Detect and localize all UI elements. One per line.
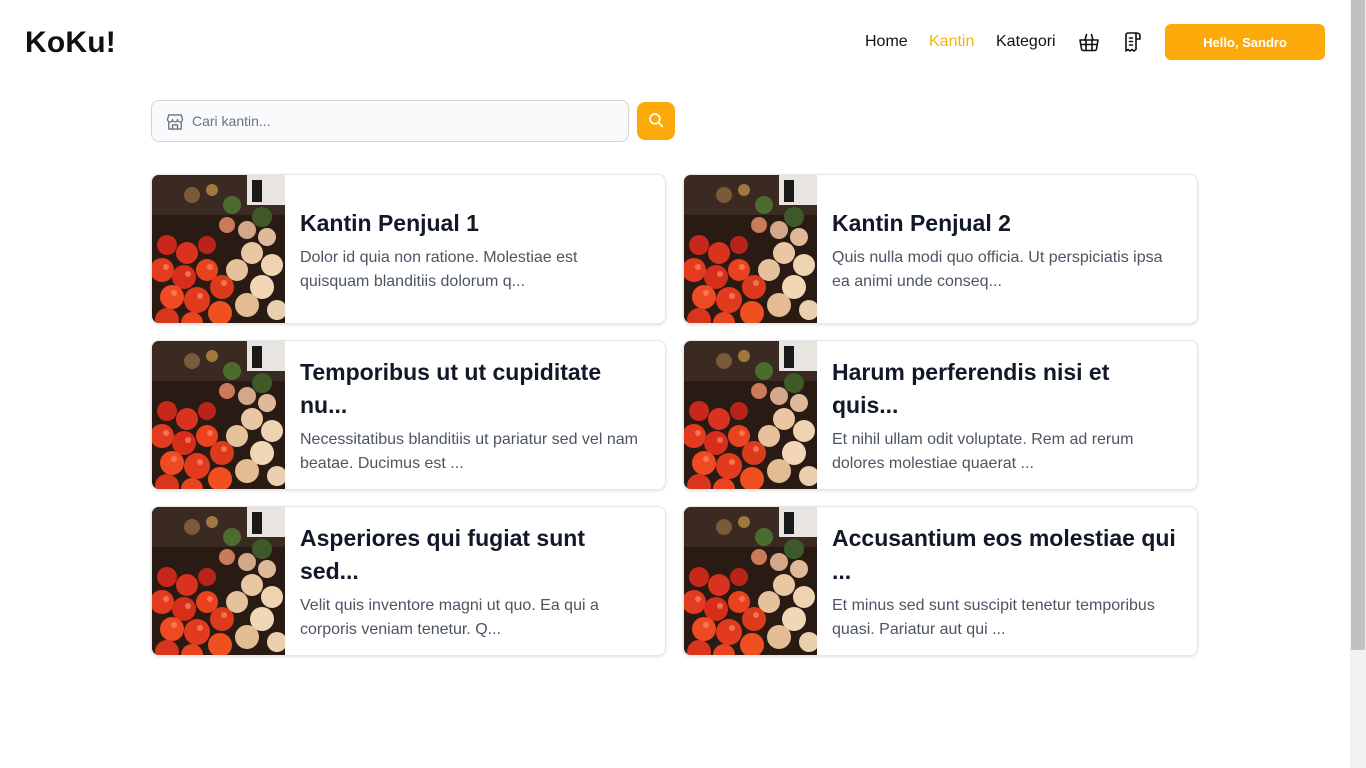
- kantin-description: Et minus sed sunt suscipit tenetur tempo…: [832, 597, 1155, 638]
- kantin-image: [684, 175, 817, 324]
- brand-logo[interactable]: KoKu!: [25, 26, 116, 60]
- kantin-description: Necessitatibus blanditiis ut pariatur se…: [300, 431, 638, 472]
- navbar: KoKu! Home Kantin Kategori Hello, Sandro: [0, 0, 1350, 86]
- kantin-description: Et nihil ullam odit voluptate. Rem ad re…: [832, 431, 1134, 472]
- page-scrollbar[interactable]: [1350, 0, 1366, 768]
- store-icon: [165, 112, 185, 132]
- search-box: [151, 100, 629, 142]
- kantin-card[interactable]: Kantin Penjual 2 Quis nulla modi quo off…: [683, 174, 1198, 324]
- kantin-image: [684, 507, 817, 656]
- kantin-title[interactable]: Harum perferendis nisi et quis...: [832, 356, 1177, 422]
- kantin-title[interactable]: Temporibus ut ut cupiditate nu...: [300, 356, 645, 422]
- search-button[interactable]: [637, 102, 675, 140]
- scrollbar-thumb[interactable]: [1351, 0, 1365, 650]
- kantin-title[interactable]: Asperiores qui fugiat sunt sed...: [300, 522, 645, 588]
- kantin-description: Quis nulla modi quo officia. Ut perspici…: [832, 248, 1163, 290]
- kantin-card[interactable]: Temporibus ut ut cupiditate nu... Necess…: [151, 340, 666, 490]
- search-input[interactable]: [192, 101, 622, 141]
- kantin-card[interactable]: Harum perferendis nisi et quis... Et nih…: [683, 340, 1198, 490]
- kantin-description: Velit quis inventore magni ut quo. Ea qu…: [300, 597, 599, 638]
- kantin-card[interactable]: Accusantium eos molestiae qui ... Et min…: [683, 506, 1198, 656]
- nav-kantin-link[interactable]: Kantin: [929, 33, 974, 51]
- kantin-image: [152, 341, 285, 490]
- kantin-image: [152, 175, 285, 324]
- kantin-image: [152, 507, 285, 656]
- kantin-card[interactable]: Asperiores qui fugiat sunt sed... Velit …: [151, 506, 666, 656]
- kantin-description: Dolor id quia non ratione. Molestiae est…: [300, 248, 578, 290]
- kantin-title[interactable]: Kantin Penjual 1: [300, 207, 645, 240]
- basket-icon[interactable]: [1077, 30, 1101, 54]
- nav-kategori-link[interactable]: Kategori: [996, 33, 1056, 51]
- kantin-title[interactable]: Kantin Penjual 2: [832, 207, 1177, 240]
- kantin-title[interactable]: Accusantium eos molestiae qui ...: [832, 522, 1177, 588]
- kantin-card[interactable]: Kantin Penjual 1 Dolor id quia non ratio…: [151, 174, 666, 324]
- kantin-image: [684, 341, 817, 490]
- user-greeting-button[interactable]: Hello, Sandro: [1165, 24, 1325, 60]
- receipt-icon[interactable]: [1121, 30, 1145, 54]
- search-icon: [647, 111, 665, 132]
- nav-home-link[interactable]: Home: [865, 33, 908, 51]
